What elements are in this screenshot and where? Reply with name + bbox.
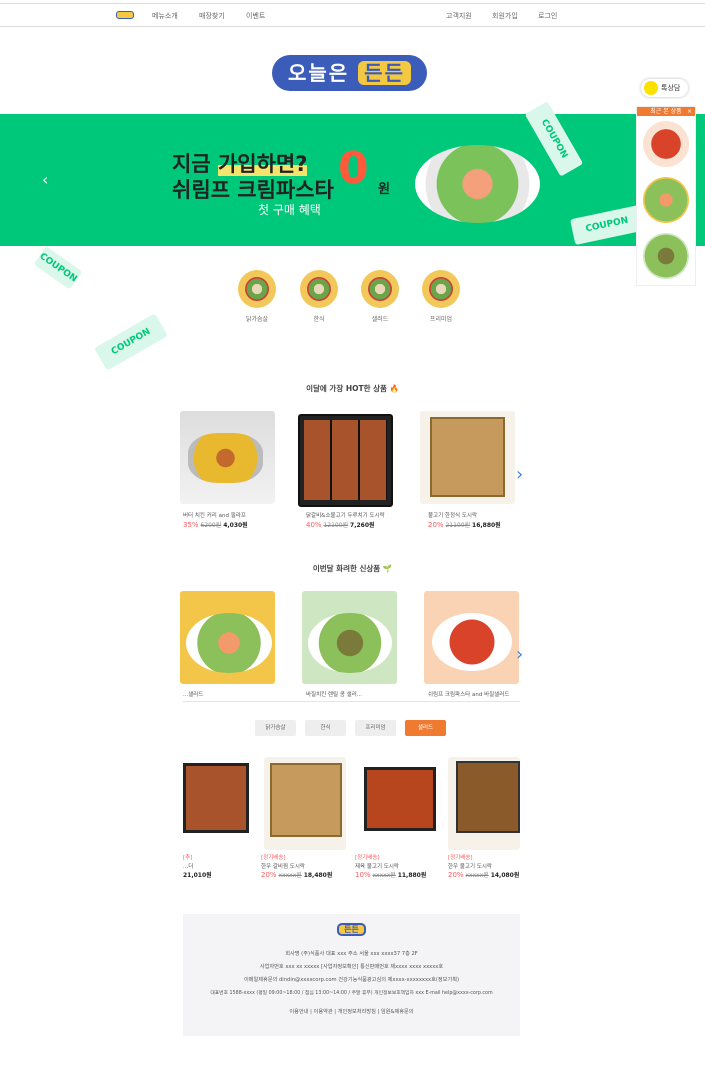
logo-highlight: 든든 [358,61,411,85]
category-chicken[interactable] [238,270,276,308]
footer-company: 회사명 (주)식품사 대표 xxx 주소 서울 xxx xxxx37 7층 2F [285,951,418,957]
nav-signup[interactable]: 회원가입 [492,11,518,21]
tab-premium[interactable]: 프리미엄 [355,720,396,736]
top-nav: 메뉴소개 매장찾기 이벤트 고객지원 회원가입 로그인 [0,3,705,27]
recent-item[interactable] [643,121,689,167]
product-name[interactable]: 버터 치킨 커리 and 필라프 [183,511,293,519]
product-name[interactable]: 바질치킨 렌틸 콩 샐러... [306,690,416,698]
product-image[interactable] [356,757,440,850]
hot-next-arrow[interactable]: › [516,464,523,485]
product-image[interactable] [302,591,397,684]
product-image[interactable] [420,411,515,504]
product-tag: [정기배송] [355,855,380,861]
tab-salad[interactable]: 샐러드 [405,720,446,736]
banner-line3: 첫 구매 혜택 [258,203,321,217]
nav-support[interactable]: 고객지원 [446,11,472,21]
nav-logo[interactable] [116,11,134,19]
product-price: 35% 6200원 4,030원 [183,521,248,529]
kakao-icon [644,81,658,95]
product-name[interactable]: 닭갈비&소불고기 두루치기 도시락 [306,511,416,519]
product-tag: [추] [183,855,193,861]
footer-contact: 이메일제휴문의 dindin@xxxxcorp.com 건강기능식품광고심의 제… [243,977,460,983]
banner-prev-arrow[interactable]: ‹ [42,170,48,189]
product-image[interactable] [298,414,393,507]
footer-phone: 대표번호 1588-xxxx (평일 09:00~18:00 / 점심 13:0… [210,991,493,996]
product-price: 40% 12100원 7,260원 [306,521,375,529]
product-price: 10% xxxxx원 11,880원 [355,871,427,879]
product-image[interactable] [424,591,519,684]
category-salad[interactable] [361,270,399,308]
recent-item[interactable] [643,233,689,279]
logo-text: 오늘은 [288,61,350,85]
footer-logo: 든든 [337,923,366,936]
salad-image [415,145,540,223]
product-name[interactable]: 쉬림프 크림파스타 and 바질샐러드 [428,690,538,698]
nav-login[interactable]: 로그인 [538,11,557,21]
category-premium[interactable] [422,270,460,308]
chat-consult-button[interactable]: 톡상담 [641,79,688,97]
tab-korean[interactable]: 한식 [305,720,346,736]
product-name[interactable]: 불고기 한정식 도시락 [428,511,538,519]
recent-products-panel: 최근 본 상품 × [636,106,696,286]
nav-menu[interactable]: 메뉴소개 [152,11,178,21]
product-name[interactable]: ...샐러드 [183,690,293,698]
close-icon[interactable]: × [687,107,692,116]
coupon-decoration: COUPON [570,205,644,245]
product-tag: [정기배송] [261,855,286,861]
nav-stores[interactable]: 매장찾기 [199,11,225,21]
product-price: 21,010원 [183,872,212,879]
category-label[interactable]: 샐러드 [350,314,410,323]
tab-chicken[interactable]: 닭가슴살 [255,720,296,736]
product-name[interactable]: 한우 불고기 도시락 [448,862,558,870]
new-next-arrow[interactable]: › [516,644,523,665]
product-tag: [정기배송] [448,855,473,861]
footer: 든든 회사명 (주)식품사 대표 xxx 주소 서울 xxx xxxx37 7층… [183,914,520,1036]
category-label[interactable]: 닭가슴살 [227,314,287,323]
banner-won: 원 [378,182,390,197]
category-label[interactable]: 한식 [289,314,349,323]
footer-links[interactable]: 이용안내 | 이용약관 | 개인정보처리방침 | 임원&제휴문의 [183,1008,520,1015]
recent-item[interactable] [643,177,689,223]
site-logo[interactable]: 오늘은 든든 [272,55,427,91]
product-image[interactable] [180,411,275,504]
banner-zero: 0 [338,143,369,194]
category-korean[interactable] [300,270,338,308]
product-image[interactable] [183,757,253,850]
product-price: 20% xxxxx원 14,080원 [448,871,520,879]
hot-section-title: 이달에 가장 HOT한 상품 🔥 [306,384,399,393]
recent-header: 최근 본 상품 × [637,107,695,116]
coupon-decoration: COUPON [33,246,83,290]
product-image[interactable] [180,591,275,684]
coupon-decoration: COUPON [94,313,168,371]
banner-line2: 쉬림프 크림파스타 [172,178,334,202]
product-image[interactable] [448,757,520,850]
nav-events[interactable]: 이벤트 [246,11,265,21]
footer-business: 사업자번호 xxx xx xxxxx [사업자정보확인] 통신판매번호 제xxx… [259,964,444,970]
coupon-decoration: COUPON [524,101,584,177]
product-image[interactable] [264,757,346,850]
new-section-title: 이번달 화려한 신상품 🌱 [312,564,393,573]
product-price: 20% xxxxx원 18,480원 [261,871,333,879]
product-price: 20% 21100원 16,880원 [428,521,501,529]
category-label[interactable]: 프리미엄 [411,314,471,323]
divider [183,701,520,702]
